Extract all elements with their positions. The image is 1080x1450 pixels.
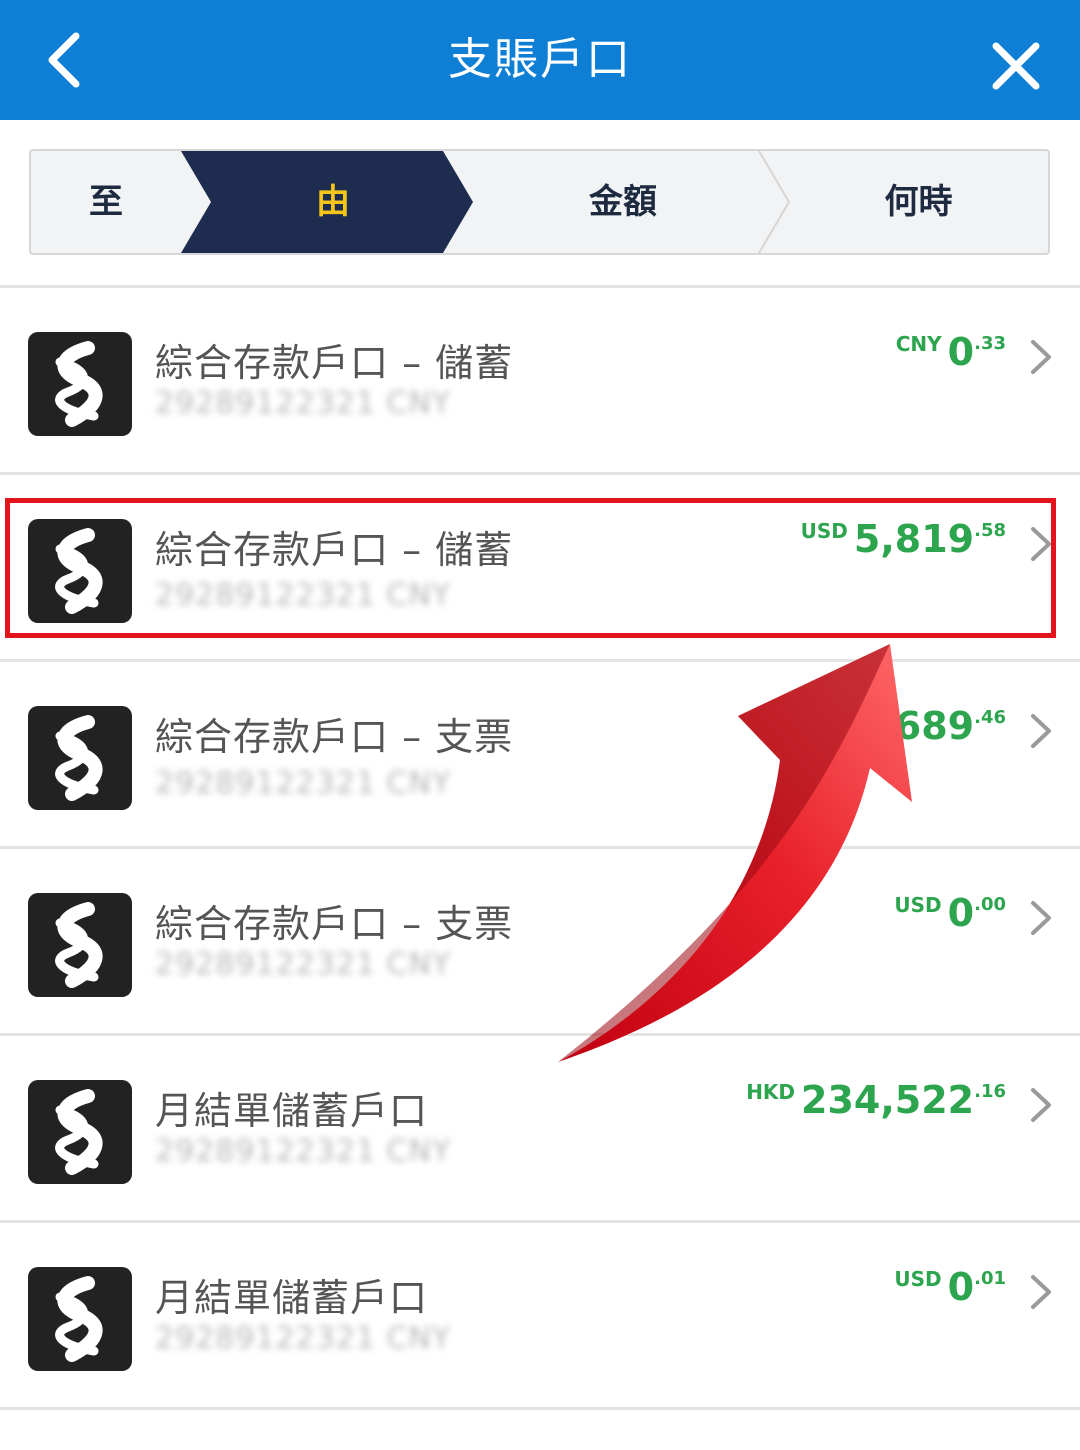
currency-code: HKD: [746, 1080, 796, 1104]
account-name: 綜合存款戶口 – 儲蓄: [155, 341, 514, 385]
step-progress: 至 由 金額 何時: [29, 149, 1050, 255]
account-balance: HKD 234,522.16: [746, 1078, 1006, 1122]
account-row[interactable]: 綜合存款戶口 – 儲蓄 29289122321 CNY CNY 0.33: [0, 288, 1080, 472]
step-amount[interactable]: 金額: [473, 151, 773, 253]
balance-decimal: .01: [974, 1268, 1006, 1289]
close-icon[interactable]: [990, 40, 1042, 92]
step-from[interactable]: 由: [211, 151, 455, 253]
currency-code: CNY: [895, 332, 942, 356]
page-title: 支賬戶口: [448, 34, 632, 85]
account-name: 月結單儲蓄戶口: [155, 1089, 429, 1133]
step-to[interactable]: 至: [31, 151, 181, 253]
balance-decimal: .16: [974, 1081, 1006, 1102]
balance-integer: 234,522: [801, 1078, 975, 1122]
account-number: 29289122321 CNY: [155, 766, 452, 801]
balance-integer: 0: [947, 1265, 975, 1309]
chevron-right-icon: [1031, 901, 1051, 935]
currency-code: USD: [894, 1267, 942, 1291]
account-name: 綜合存款戶口 – 支票: [155, 902, 514, 946]
account-number: 29289122321 CNY: [155, 1321, 452, 1356]
account-balance: CNY 0.33: [896, 330, 1006, 374]
balance-decimal: .46: [974, 707, 1006, 728]
bank-logo-icon: [28, 1080, 132, 1184]
balance-integer: 0: [947, 330, 975, 374]
balance-decimal: .00: [974, 894, 1006, 915]
chevron-right-icon: [1031, 340, 1051, 374]
highlight-box: [5, 498, 1056, 638]
account-name: 月結單儲蓄戶口: [155, 1276, 429, 1320]
account-row[interactable]: 月結單儲蓄戶口 29289122321 CNY USD 0.01: [0, 1223, 1080, 1407]
account-number: 29289122321 CNY: [155, 386, 452, 421]
account-name: 綜合存款戶口 – 支票: [155, 715, 514, 759]
bank-logo-icon: [28, 893, 132, 997]
divider: [0, 1407, 1080, 1410]
app-header: 支賬戶口: [0, 0, 1080, 120]
step-when[interactable]: 何時: [789, 151, 1048, 253]
account-number: 29289122321 CNY: [155, 947, 452, 982]
chevron-right-icon: [1031, 1275, 1051, 1309]
account-balance: USD 0.01: [894, 1265, 1006, 1309]
balance-decimal: .33: [974, 333, 1006, 354]
chevron-right-icon: [1031, 714, 1051, 748]
bank-logo-icon: [28, 706, 132, 810]
account-number: 29289122321 CNY: [155, 1134, 452, 1169]
balance-integer: 0: [947, 891, 975, 935]
bank-logo-icon: [28, 332, 132, 436]
chevron-right-icon: [1031, 1088, 1051, 1122]
red-arrow-icon: [558, 644, 912, 1062]
bank-logo-icon: [28, 1267, 132, 1371]
